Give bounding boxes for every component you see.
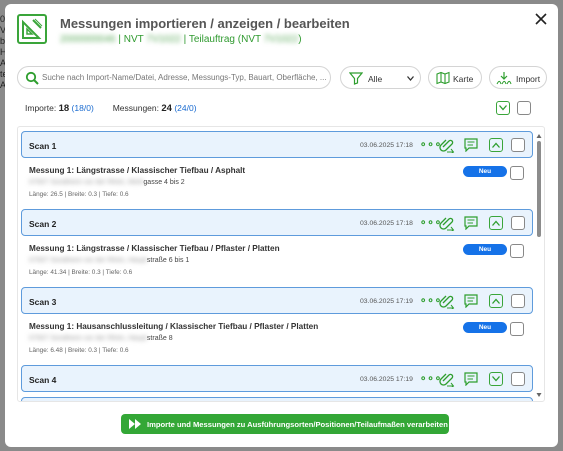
scan-header[interactable]: Scan 1 03.06.2025 17:18 ⚬⚬⚬ — [21, 131, 533, 158]
comment-icon[interactable] — [464, 216, 478, 230]
collapse-button[interactable] — [489, 216, 503, 230]
dialog-title: Messungen importieren / anzeigen / bearb… — [60, 16, 350, 31]
scan-name: Scan 3 — [29, 297, 57, 307]
scrollbar[interactable] — [536, 133, 542, 398]
scan-name: Scan 1 — [29, 141, 57, 151]
more-dots-icon[interactable]: ⚬⚬⚬ — [419, 140, 442, 151]
measurement-title: Messung 1: Längstrasse / Klassischer Tie… — [29, 166, 246, 175]
chevron-down-icon — [407, 76, 414, 81]
app-logo-icon — [17, 14, 47, 44]
scan-checkbox[interactable] — [511, 294, 525, 308]
import-label: Import — [516, 74, 541, 84]
dialog-subtitle: 2000000046 | NVT 7V1022 | Teilauftrag (N… — [60, 34, 302, 45]
scan-header-partial[interactable] — [21, 397, 533, 401]
import-button[interactable]: Import — [489, 66, 547, 89]
redacted-teilauftrag: 7V1022 — [263, 34, 299, 45]
scan-header[interactable]: Scan 4 03.06.2025 17:19 ⚬⚬⚬ — [21, 365, 533, 392]
scan-name: Scan 2 — [29, 219, 57, 229]
import-dialog: Messungen importieren / anzeigen / bearb… — [5, 4, 558, 447]
expand-button[interactable] — [489, 372, 503, 386]
search-icon — [25, 71, 39, 85]
map-button[interactable]: Karte — [428, 66, 482, 89]
status-badge: Neu — [463, 244, 507, 255]
more-dots-icon[interactable]: ⚬⚬⚬ — [419, 218, 442, 229]
expand-all-button[interactable] — [496, 101, 510, 115]
measurement-address: 07937 Sondheim vor der Rhön, Mühlgasse 4… — [29, 179, 185, 186]
scan-header[interactable]: Scan 3 03.06.2025 17:19 ⚬⚬⚬ — [21, 287, 533, 314]
measurement-title: Messung 1: Längstrasse / Klassischer Tie… — [29, 244, 280, 253]
measurement-details: Länge: 6.48 | Breite: 0.3 | Tiefe: 0.6 — [29, 347, 129, 354]
chevron-up-icon — [492, 220, 500, 226]
map-label: Karte — [453, 74, 474, 84]
chevron-down-icon — [492, 376, 500, 382]
measurement-item[interactable]: Messung 1: Hausanschlussleitung / Klassi… — [21, 317, 533, 359]
measurement-item[interactable]: Messung 1: Längstrasse / Klassischer Tie… — [21, 161, 533, 203]
attachment-icon[interactable] — [439, 293, 455, 309]
measurement-checkbox[interactable] — [510, 166, 524, 180]
collapse-button[interactable] — [489, 138, 503, 152]
scan-date: 03.06.2025 17:19 — [360, 298, 413, 305]
process-label: Importe und Messungen zu Ausführungsorte… — [147, 420, 448, 429]
measurement-checkbox[interactable] — [510, 244, 524, 258]
comment-icon[interactable] — [464, 138, 478, 152]
measurement-address: 07937 Sondheim vor der Rhön, Hauptstraße… — [29, 257, 190, 264]
scan-date: 03.06.2025 17:18 — [360, 220, 413, 227]
comment-icon[interactable] — [464, 294, 478, 308]
more-dots-icon[interactable]: ⚬⚬⚬ — [419, 374, 442, 385]
scan-date: 03.06.2025 17:18 — [360, 142, 413, 149]
import-counts: Importe: 18 (18/0) Messungen: 24 (24/0) — [25, 103, 197, 114]
comment-icon[interactable] — [464, 372, 478, 386]
measurement-address: 07937 Sondheim vor der Rhön, Hauptstraße… — [29, 335, 173, 342]
scan-header[interactable]: Scan 2 03.06.2025 17:18 ⚬⚬⚬ — [21, 209, 533, 236]
redacted-nvt: 7V1022 — [146, 34, 181, 45]
process-button[interactable]: Importe und Messungen zu Ausführungsorte… — [121, 414, 449, 434]
status-badge: Neu — [463, 322, 507, 333]
scan-checkbox[interactable] — [511, 138, 525, 152]
measurement-item[interactable]: Messung 1: Längstrasse / Klassischer Tie… — [21, 239, 533, 281]
search-placeholder: Suche nach Import-Name/Datei, Adresse, M… — [42, 73, 327, 82]
measurement-title: Messung 1: Hausanschlussleitung / Klassi… — [29, 322, 319, 331]
more-dots-icon[interactable]: ⚬⚬⚬ — [419, 296, 442, 307]
scan-name: Scan 4 — [29, 375, 57, 385]
scan-checkbox[interactable] — [511, 372, 525, 386]
chevron-down-icon — [499, 105, 507, 111]
scan-list: Scan 1 03.06.2025 17:18 ⚬⚬⚬ Messung 1: L… — [17, 126, 545, 402]
search-input[interactable]: Suche nach Import-Name/Datei, Adresse, M… — [17, 66, 331, 89]
import-icon — [496, 72, 512, 85]
status-badge: Neu — [463, 166, 507, 177]
filter-icon — [349, 72, 363, 85]
forward-icon — [129, 419, 141, 429]
chevron-up-icon — [492, 142, 500, 148]
redacted-order-id: 2000000046 — [60, 34, 116, 45]
collapse-button[interactable] — [489, 294, 503, 308]
filter-value: Alle — [368, 74, 383, 84]
attachment-icon[interactable] — [439, 371, 455, 387]
filter-select[interactable]: Alle — [340, 66, 421, 89]
scan-date: 03.06.2025 17:19 — [360, 376, 413, 383]
map-icon — [436, 71, 450, 85]
select-all-checkbox[interactable] — [517, 101, 531, 115]
measurement-checkbox[interactable] — [510, 322, 524, 336]
attachment-icon[interactable] — [439, 215, 455, 231]
close-icon[interactable] — [532, 10, 550, 28]
measurement-details: Länge: 41.34 | Breite: 0.3 | Tiefe: 0.6 — [29, 269, 133, 276]
chevron-up-icon — [492, 298, 500, 304]
attachment-icon[interactable] — [439, 137, 455, 153]
measurement-details: Länge: 26.5 | Breite: 0.3 | Tiefe: 0.6 — [29, 191, 129, 198]
scan-checkbox[interactable] — [511, 216, 525, 230]
